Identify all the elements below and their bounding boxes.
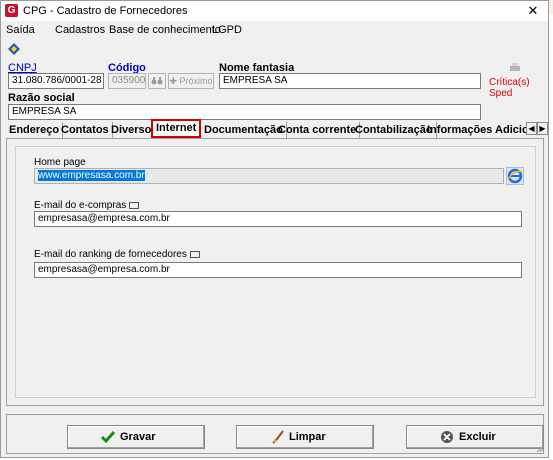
envelope-icon <box>129 201 140 209</box>
menu-bar: Saída Cadastros Base de conhecimento LGP… <box>1 21 548 40</box>
diamond-icon[interactable] <box>8 43 20 55</box>
codigo-field[interactable]: 035900 <box>108 73 146 89</box>
close-button[interactable]: ✕ <box>522 2 544 19</box>
browser-icon[interactable] <box>506 167 524 185</box>
broom-icon <box>271 430 284 444</box>
home-page-label: Home page <box>34 157 86 168</box>
email-ranking-field[interactable]: empresasa@empresa.com.br <box>34 262 522 278</box>
envelope-icon <box>189 250 200 258</box>
limpar-button[interactable]: Limpar <box>236 425 374 449</box>
window-title: CPG - Cadastro de Fornecedores <box>23 5 188 17</box>
gravar-button[interactable]: Gravar <box>67 425 205 449</box>
menu-item-saida[interactable]: Saída <box>6 24 35 36</box>
razao-social-field[interactable]: EMPRESA SA <box>8 104 481 120</box>
tab-scroll-left[interactable]: ◀ <box>526 122 537 135</box>
gravar-label: Gravar <box>120 431 156 443</box>
excluir-label: Excluir <box>459 431 496 443</box>
tab-conta-corrente[interactable]: Conta corrente <box>275 122 361 138</box>
checkmark-icon <box>101 431 115 444</box>
email-compras-field[interactable]: empresasa@empresa.com.br <box>34 211 522 227</box>
binoculars-button[interactable] <box>148 73 166 89</box>
nome-fantasia-field[interactable]: EMPRESA SA <box>219 73 481 89</box>
tab-informacoes-adicionais[interactable]: Informações Adiciona <box>424 122 532 138</box>
cnpj-field[interactable]: 31.080.786/0001-28 <box>8 73 104 89</box>
plus-icon: ✚ <box>169 76 180 86</box>
resize-grip-icon[interactable] <box>536 445 544 453</box>
email-ranking-label-text: E-mail do ranking de fornecedores <box>34 249 187 260</box>
proximo-button[interactable]: ✚ Próximo <box>168 73 214 89</box>
menu-item-cadastros[interactable]: Cadastros <box>55 24 105 36</box>
tab-documentacao[interactable]: Documentação <box>201 122 287 138</box>
supplier-registration-window: G CPG - Cadastro de Fornecedores ✕ Saída… <box>0 0 549 458</box>
menu-item-lgpd[interactable]: LGPD <box>212 24 242 36</box>
home-page-value: www.empresasa.com.br <box>38 170 145 181</box>
email-ranking-label: E-mail do ranking de fornecedores <box>34 249 200 260</box>
menu-item-base-conhecimento[interactable]: Base de conhecimento <box>109 24 221 36</box>
binoculars-icon <box>151 77 163 85</box>
title-bar: G CPG - Cadastro de Fornecedores ✕ <box>1 1 548 21</box>
email-compras-label: E-mail do e-compras <box>34 200 140 211</box>
proximo-label: Próximo <box>179 76 213 86</box>
home-page-field[interactable]: www.empresasa.com.br <box>34 168 504 184</box>
tab-endereco[interactable]: Endereço <box>6 122 64 138</box>
limpar-label: Limpar <box>289 431 326 443</box>
delete-icon <box>441 431 453 443</box>
app-icon: G <box>5 4 18 17</box>
printer-icon <box>510 63 520 71</box>
razao-social-label: Razão social <box>8 92 75 104</box>
tab-internet[interactable]: Internet <box>151 119 202 138</box>
tab-scroll-right[interactable]: ▶ <box>537 122 548 135</box>
critica-sped-link[interactable]: Crítica(s) Sped <box>489 77 548 99</box>
email-compras-label-text: E-mail do e-compras <box>34 200 127 211</box>
tab-contatos[interactable]: Contatos <box>58 122 113 138</box>
excluir-button[interactable]: Excluir <box>406 425 544 449</box>
